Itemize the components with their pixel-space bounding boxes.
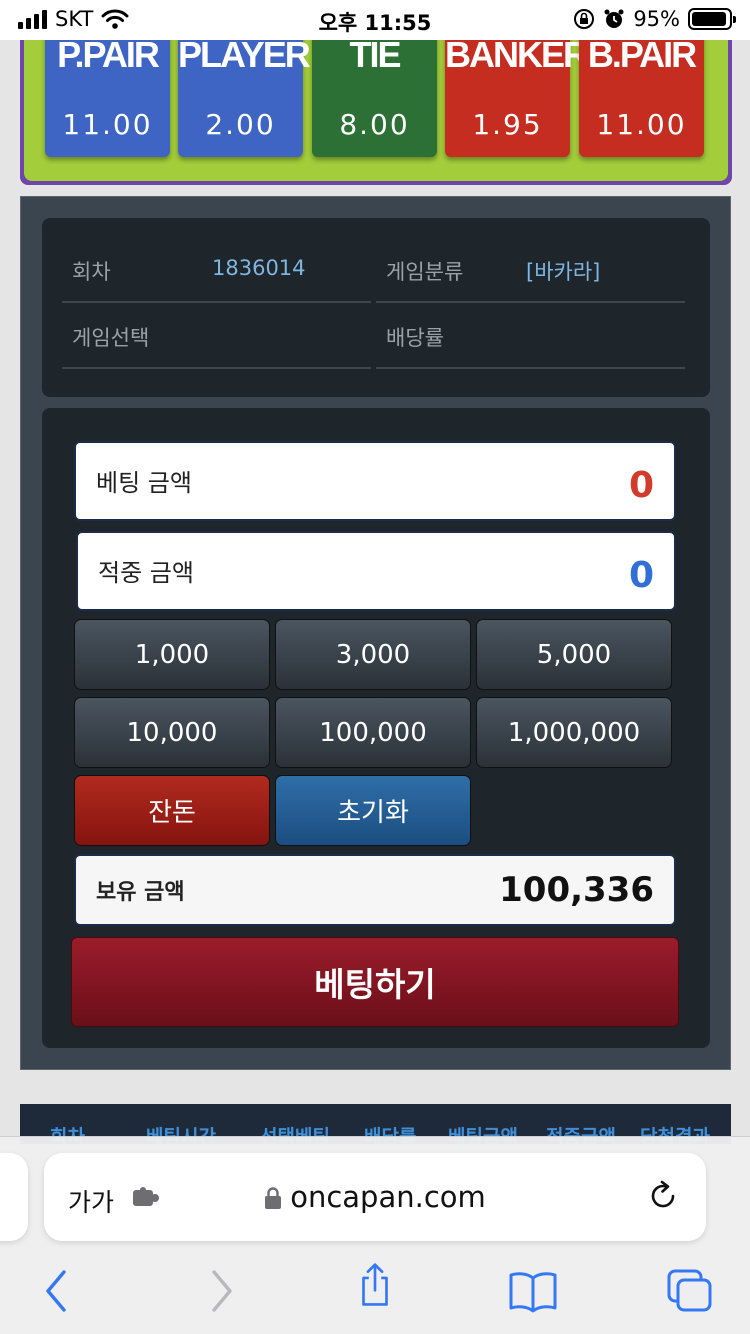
selection-label: 게임선택 [72, 326, 150, 350]
odd-name: P.PAIR [57, 34, 160, 75]
chip-3000-button[interactable]: 3,000 [275, 619, 471, 690]
orientation-lock-icon [574, 9, 595, 29]
bet-amount-label: 베팅 금액 [96, 469, 192, 497]
bet-amount-value: 0 [628, 465, 654, 506]
url-text: oncapan.com [290, 1180, 486, 1214]
odds-label: 배당률 [386, 326, 444, 350]
balance-label: 보유 금액 [96, 880, 185, 905]
odd-name: B.PAIR [587, 34, 697, 75]
odd-button-tie[interactable]: TIE 8.00 [312, 20, 437, 157]
odd-name: TIE [349, 34, 401, 75]
odd-value: 2.00 [205, 108, 276, 141]
back-icon[interactable] [40, 1268, 74, 1314]
all-in-button[interactable]: 잔돈 [74, 775, 270, 846]
reset-button[interactable]: 초기화 [275, 775, 471, 846]
odd-value: 11.00 [62, 108, 153, 141]
odd-value: 8.00 [339, 108, 410, 141]
place-bet-button[interactable]: 베팅하기 [71, 937, 679, 1027]
previous-tab-peek[interactable] [0, 1153, 28, 1241]
odd-button-b-pair[interactable]: B.PAIR 11.00 [579, 20, 704, 157]
info-category: 게임분류 [바카라] [376, 238, 685, 302]
divider [376, 301, 685, 303]
balance-value: 100,336 [499, 870, 654, 910]
win-amount-field: 적중 금액 0 [76, 531, 676, 611]
divider [62, 367, 371, 369]
odd-button-player[interactable]: PLAYER 2.00 [178, 20, 311, 157]
chip-1000-button[interactable]: 1,000 [74, 619, 270, 690]
alarm-icon [604, 9, 624, 28]
address-bar[interactable]: 가가 oncapan.com [44, 1153, 706, 1241]
category-value: [바카라] [526, 260, 601, 284]
bet-amount-field[interactable]: 베팅 금액 0 [74, 441, 676, 521]
betting-panel: 회차 1836014 게임분류 [바카라] 게임선택 배당률 베팅 금액 0 적… [20, 196, 731, 1070]
divider [376, 367, 685, 369]
odd-button-p-pair[interactable]: P.PAIR 11.00 [45, 20, 170, 157]
game-info-card: 회차 1836014 게임분류 [바카라] 게임선택 배당률 [42, 218, 710, 397]
battery-icon [688, 8, 736, 30]
round-label: 회차 [72, 260, 111, 284]
lock-icon [265, 1187, 282, 1209]
win-amount-label: 적중 금액 [98, 559, 194, 587]
balance-display: 보유 금액 100,336 [74, 854, 676, 926]
chip-10000-button[interactable]: 10,000 [74, 697, 270, 768]
odds-panel: P.PAIR 11.00 PLAYER 2.00 TIE 8.00 BANKER… [20, 20, 732, 185]
forward-icon[interactable] [204, 1268, 238, 1314]
chip-5000-button[interactable]: 5,000 [476, 619, 672, 690]
odd-button-banker[interactable]: BANKER 1.95 [445, 20, 589, 157]
chip-100000-button[interactable]: 100,000 [275, 697, 471, 768]
odd-value: 11.00 [596, 108, 687, 141]
bookmarks-icon[interactable] [507, 1268, 559, 1314]
chip-1000000-button[interactable]: 1,000,000 [476, 697, 672, 768]
odd-value: 1.95 [472, 108, 543, 141]
tabs-icon[interactable] [666, 1268, 714, 1314]
round-value: 1836014 [212, 256, 306, 280]
win-amount-value: 0 [628, 555, 654, 596]
share-icon[interactable] [354, 1262, 396, 1308]
reload-icon[interactable] [646, 1179, 680, 1213]
odd-name: BANKER [445, 34, 589, 75]
odd-name: PLAYER [178, 34, 311, 75]
status-bar: SKT 오후 11:55 95% [0, 0, 750, 40]
bet-form-card: 베팅 금액 0 적중 금액 0 1,000 3,000 5,000 10,000… [42, 408, 710, 1048]
divider [62, 301, 371, 303]
info-selection: 게임선택 [62, 304, 371, 368]
odds-inner: P.PAIR 11.00 PLAYER 2.00 TIE 8.00 BANKER… [24, 20, 728, 181]
battery-percent: 95% [633, 7, 680, 31]
category-label: 게임분류 [386, 260, 464, 284]
info-round: 회차 1836014 [62, 238, 371, 302]
info-odds: 배당률 [376, 304, 685, 368]
